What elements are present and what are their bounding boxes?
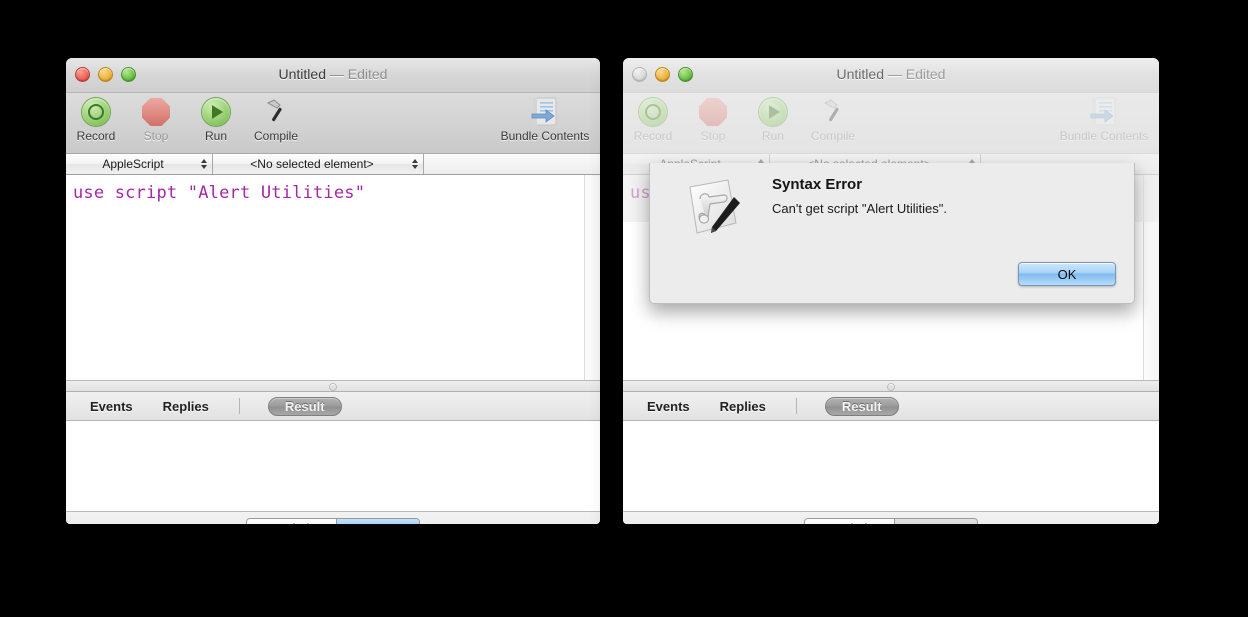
log-tab-events: Events — [647, 398, 690, 414]
record-icon — [623, 96, 683, 128]
segment-event-log: Event Log — [893, 519, 978, 524]
log-tab-bar-left: Events Replies Result — [66, 392, 600, 421]
toolbar-button-run: Run — [743, 95, 803, 143]
log-tab-separator — [238, 398, 240, 414]
run-icon — [186, 96, 246, 128]
window-edited-state: Edited — [905, 66, 946, 82]
toolbar-label-bundle-contents: Bundle Contents — [500, 129, 590, 143]
toolbar-label-record: Record — [76, 129, 116, 143]
toolbar-label-run: Run — [761, 129, 784, 143]
log-tab-bar-right: Events Replies Result — [623, 392, 1159, 421]
run-icon — [743, 96, 803, 128]
log-tab-events[interactable]: Events — [88, 399, 135, 414]
log-tab-result[interactable]: Result — [267, 396, 342, 416]
stop-icon — [126, 96, 186, 128]
chevron-updown-icon — [412, 159, 418, 169]
editor-vertical-scrollbar — [1143, 175, 1159, 380]
splitter-handle-icon — [887, 383, 895, 391]
window-title-separator: — — [329, 66, 344, 82]
dialog-message: Can't get script "Alert Utilities". — [772, 201, 947, 216]
syntax-error-dialog: Syntax Error Can't get script "Alert Uti… — [649, 163, 1135, 304]
popup-row-filler — [424, 154, 600, 174]
result-pane-right — [623, 421, 1159, 512]
toolbar-left: Record Stop Run Compile Bundle Contents — [66, 93, 600, 154]
toolbar-label-stop: Stop — [143, 129, 169, 143]
toolbar-label-compile: Compile — [253, 129, 298, 143]
ok-button[interactable]: OK — [1018, 262, 1116, 286]
status-bar-right: Description Event Log — [623, 512, 1159, 524]
toolbar-label-bundle-contents: Bundle Contents — [1059, 129, 1149, 143]
window-title-left: Untitled — Edited — [66, 66, 600, 82]
editor-vertical-scrollbar[interactable] — [584, 175, 600, 380]
result-pane-left — [66, 421, 600, 512]
toolbar-button-stop: Stop — [683, 95, 743, 143]
toolbar-label-run: Run — [204, 129, 227, 143]
log-tab-replies[interactable]: Replies — [161, 399, 211, 414]
window-title-text: Untitled — [836, 66, 884, 82]
editor-log-splitter[interactable] — [66, 381, 600, 392]
log-tab-replies: Replies — [719, 398, 766, 414]
language-popup-value: AppleScript — [102, 157, 164, 171]
dialog-title: Syntax Error — [772, 176, 863, 193]
toolbar-button-compile: Compile — [803, 95, 863, 143]
element-popup-value: <No selected element> — [250, 157, 374, 171]
element-popup[interactable]: <No selected element> — [213, 154, 424, 174]
stop-icon — [683, 96, 743, 128]
bundle-contents-icon — [1049, 96, 1159, 128]
status-bar-left: Description Event Log — [66, 512, 600, 524]
toolbar-button-stop[interactable]: Stop — [126, 95, 186, 143]
log-tab-separator — [795, 398, 797, 414]
toolbar-button-record: Record — [623, 95, 683, 143]
toolbar-button-bundle-contents[interactable]: Bundle Contents — [490, 95, 600, 143]
toolbar-button-bundle-contents: Bundle Contents — [1049, 95, 1159, 143]
splitter-handle-icon[interactable] — [329, 383, 337, 391]
script-editor-area[interactable]: use script "Alert Utilities" — [66, 175, 600, 381]
window-title-separator: — — [887, 66, 902, 82]
segment-event-log[interactable]: Event Log — [335, 519, 420, 524]
window-title-text: Untitled — [278, 66, 326, 82]
script-document-icon — [678, 175, 746, 243]
toolbar-button-compile[interactable]: Compile — [246, 95, 306, 143]
window-edited-state: Edited — [347, 66, 388, 82]
popup-row-left: AppleScript <No selected element> — [66, 154, 600, 175]
bottom-segmented-control-right: Description Event Log — [803, 518, 979, 524]
toolbar-button-record[interactable]: Record — [66, 95, 126, 143]
script-editor-window-left[interactable]: Untitled — Edited Record Stop Run Compil… — [66, 58, 600, 524]
segment-description: Description — [804, 519, 894, 524]
titlebar-right[interactable]: Untitled — Edited — [623, 58, 1159, 93]
desktop-background: Untitled — Edited Record Stop Run Compil… — [0, 0, 1248, 617]
toolbar-label-compile: Compile — [810, 129, 855, 143]
script-code-text: use script "Alert Utilities" — [73, 183, 366, 203]
toolbar-button-run[interactable]: Run — [186, 95, 246, 143]
bundle-contents-icon — [490, 96, 600, 128]
language-popup[interactable]: AppleScript — [66, 154, 213, 174]
toolbar-right: Record Stop Run Compile Bundle Contents — [623, 93, 1159, 154]
segment-description[interactable]: Description — [246, 519, 336, 524]
hammer-icon — [803, 96, 863, 128]
titlebar-left[interactable]: Untitled — Edited — [66, 58, 600, 93]
bottom-segmented-control-left: Description Event Log — [245, 518, 421, 524]
record-icon — [66, 96, 126, 128]
editor-log-splitter — [623, 381, 1159, 392]
window-title-right: Untitled — Edited — [623, 66, 1159, 82]
chevron-updown-icon — [201, 159, 207, 169]
toolbar-label-record: Record — [633, 129, 673, 143]
log-tab-result: Result — [824, 396, 899, 416]
toolbar-label-stop: Stop — [700, 129, 726, 143]
hammer-icon — [246, 96, 306, 128]
